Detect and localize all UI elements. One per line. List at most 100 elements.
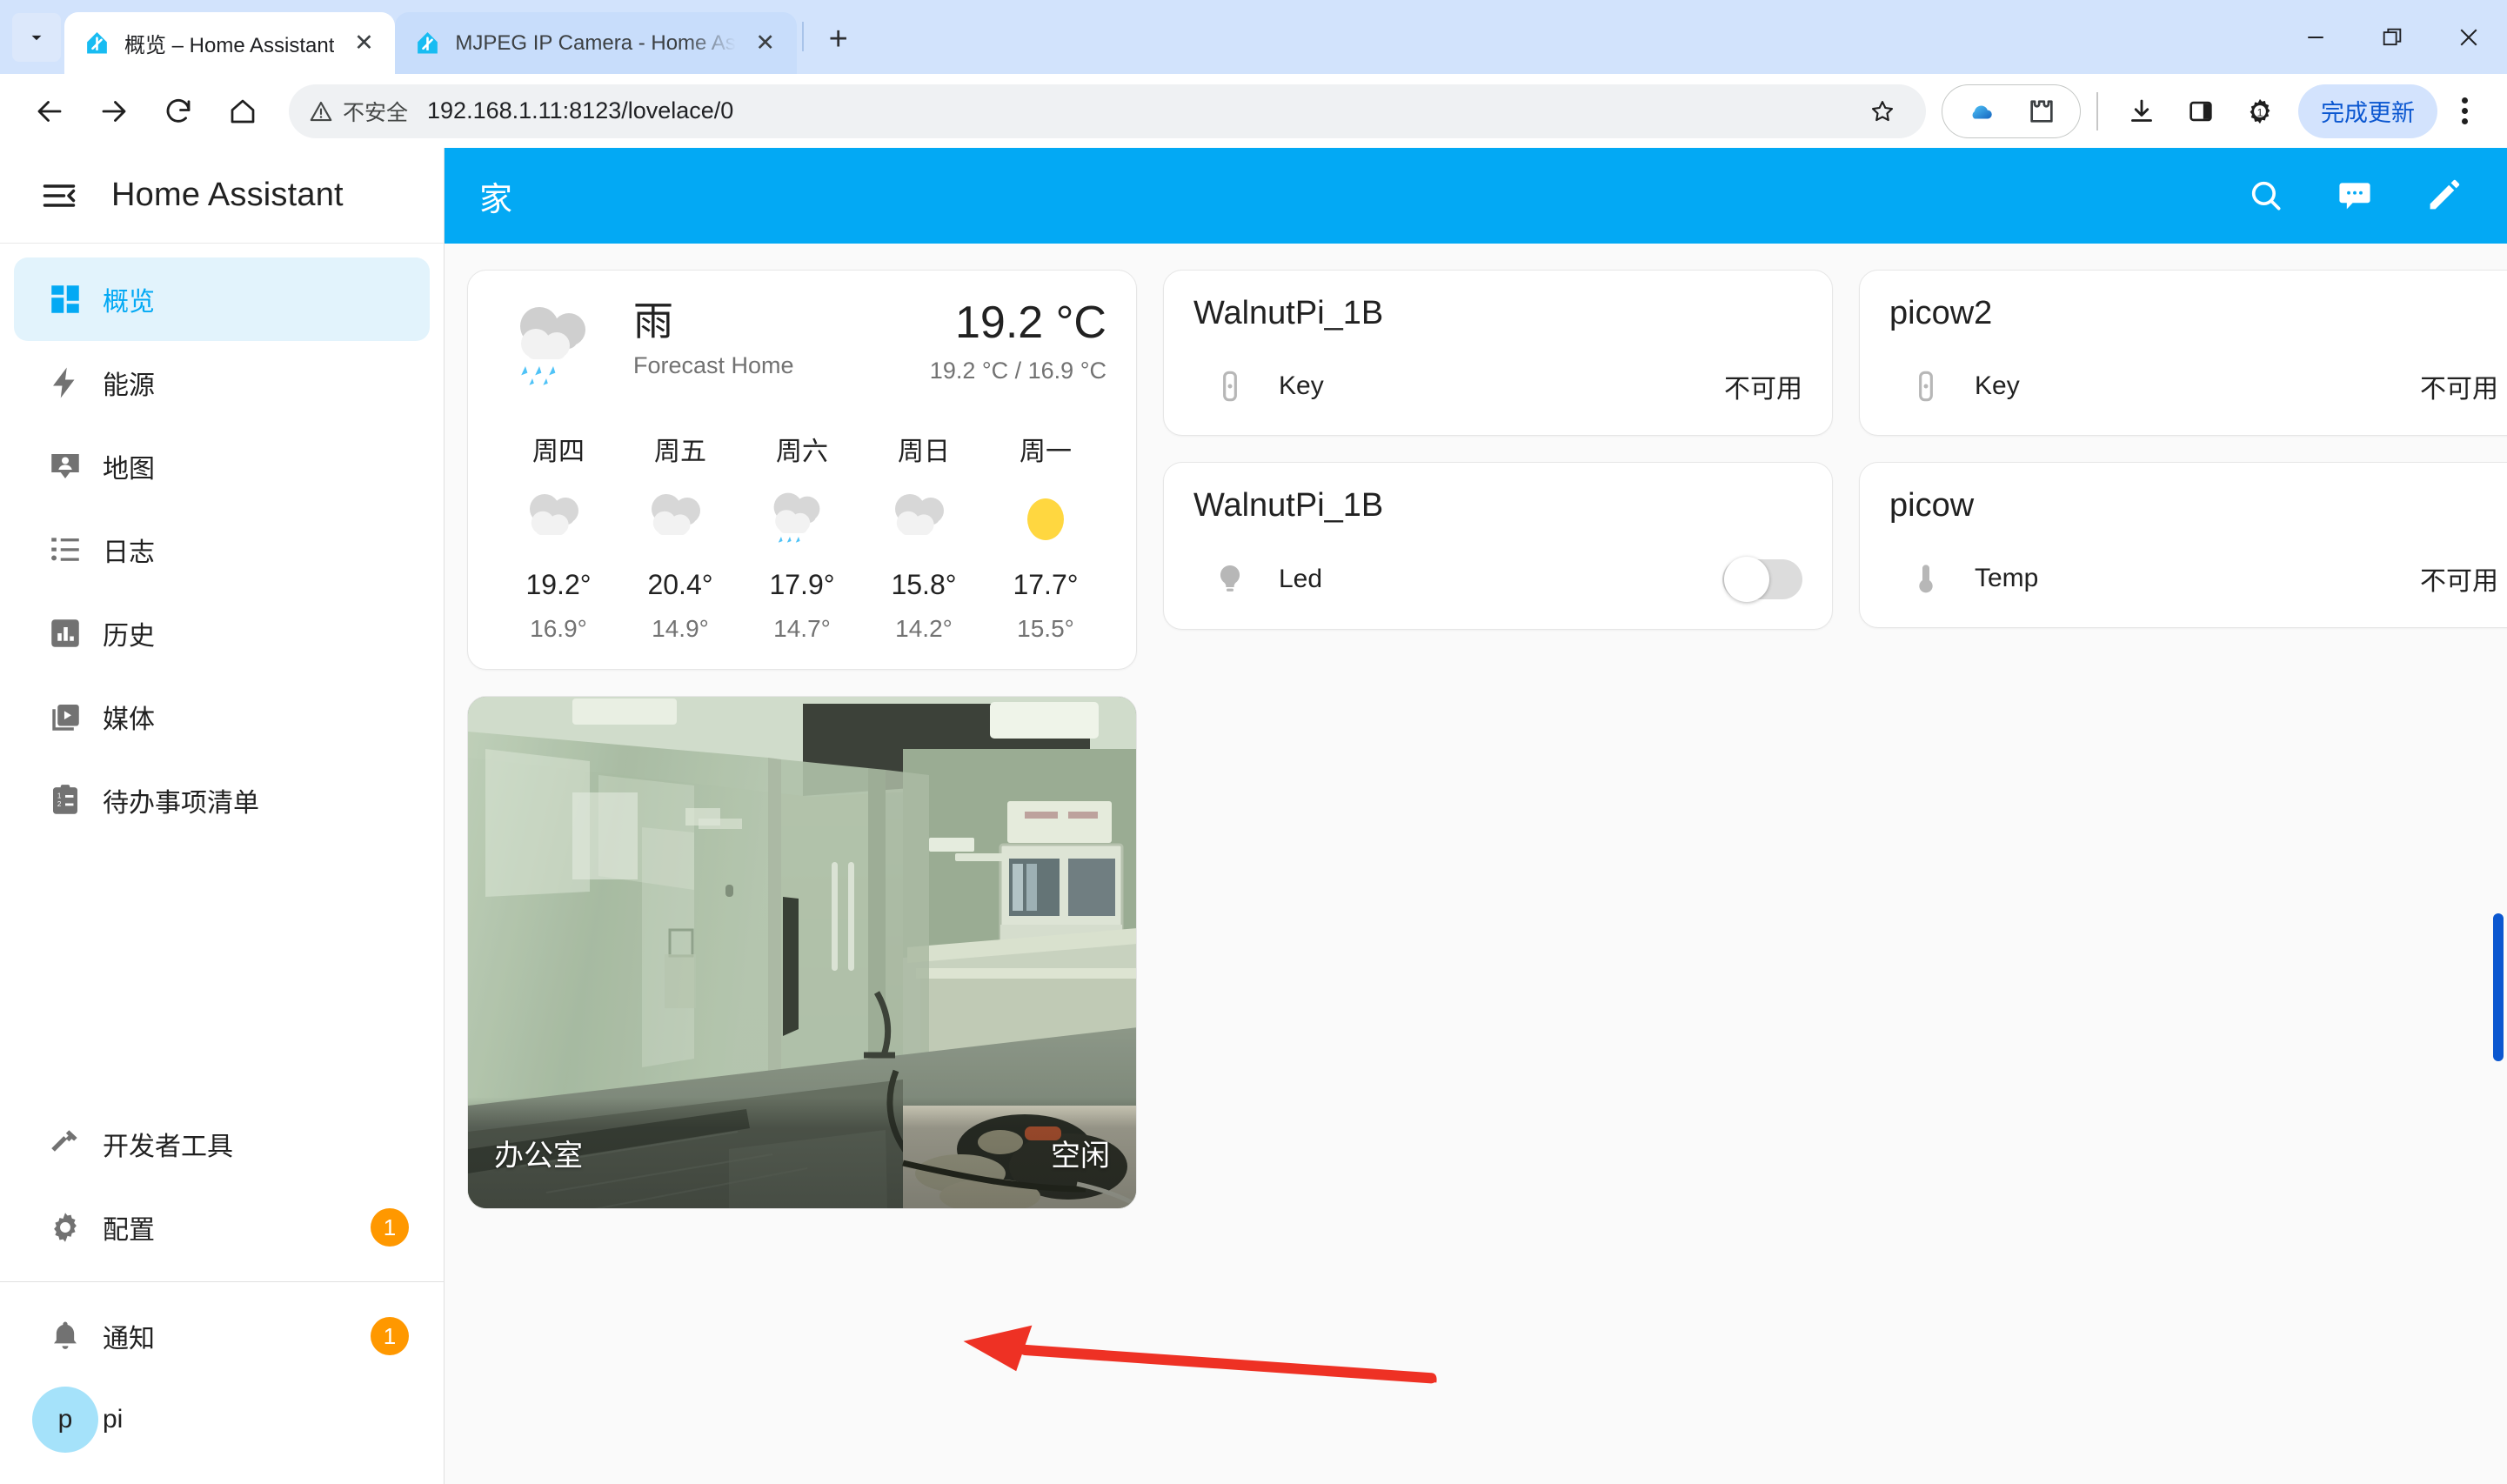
assist-chat-icon[interactable] [2326, 167, 2383, 224]
sidebar-header: Home Assistant [0, 148, 444, 244]
bell-icon [28, 1318, 103, 1354]
home-button[interactable] [212, 81, 273, 142]
entity-row[interactable]: Key 不可用 [1889, 367, 2498, 405]
entity-card-walnutpi-key[interactable]: WalnutPi_1B Key 不可用 [1163, 270, 1833, 436]
weather-card[interactable]: 雨 Forecast Home 19.2 °C 19.2 °C / 16.9 °… [467, 270, 1137, 670]
reload-button[interactable] [148, 81, 209, 142]
search-icon[interactable] [2237, 167, 2295, 224]
pencil-edit-icon[interactable] [2415, 167, 2472, 224]
forecast-high: 15.8° [891, 569, 957, 600]
svg-text:1: 1 [57, 792, 62, 800]
site-security-indicator[interactable]: 不安全 [308, 96, 408, 127]
sidebar-item-media[interactable]: 媒体 [14, 675, 430, 759]
sidebar-item-label: pi [103, 1405, 124, 1434]
sidebar-bottom: 开发者工具 配置 1 通知 1 p pi [0, 1102, 444, 1484]
update-button[interactable]: 完成更新 [2298, 84, 2437, 138]
weather-temps: 19.2 °C 19.2 °C / 16.9 °C [930, 293, 1106, 384]
card-columns: 雨 Forecast Home 19.2 °C 19.2 °C / 16.9 °… [467, 270, 2507, 1209]
browser-tab-active[interactable]: 概览 – Home Assistant ✕ [64, 12, 396, 74]
remote-tap-icon [1193, 369, 1267, 404]
entity-row-state: 不可用 [1724, 375, 1802, 404]
browser-tab-inactive[interactable]: MJPEG IP Camera - Home As ✕ [395, 12, 797, 74]
header-actions [2237, 167, 2472, 224]
camera-overlay: 办公室 空闲 [468, 1097, 1136, 1208]
download-icon[interactable] [2114, 84, 2169, 139]
sidebar-item-todo[interactable]: 12 待办事项清单 [14, 759, 430, 842]
gear-badge-icon[interactable]: 1 [2232, 84, 2288, 139]
cloud-sync-icon[interactable] [1953, 84, 2009, 139]
tab-close-button[interactable]: ✕ [746, 24, 785, 63]
forecast-high: 17.7° [1013, 569, 1079, 600]
address-bar[interactable]: 不安全 192.168.1.11:8123/lovelace/0 [289, 84, 1926, 138]
minimize-button[interactable] [2277, 0, 2354, 74]
security-label: 不安全 [343, 100, 409, 125]
camera-name: 办公室 [494, 1139, 583, 1173]
forecast-low: 14.2° [895, 615, 953, 642]
sidebar-item-logbook[interactable]: 日志 [14, 508, 430, 592]
gear-icon [28, 1209, 103, 1246]
sidebar-item-label: 概览 [103, 288, 155, 317]
menu-collapse-icon[interactable] [21, 157, 97, 234]
forecast-day-name: 周四 [532, 438, 585, 466]
sidebar-item-label: 媒体 [103, 705, 155, 734]
lovelace-view: 雨 Forecast Home 19.2 °C 19.2 °C / 16.9 °… [445, 244, 2507, 1484]
restore-icon [2383, 28, 2402, 45]
entity-card-picow2-key[interactable]: picow2 Key 不可用 [1859, 270, 2507, 436]
entity-row-name: Key [1975, 371, 2020, 400]
side-panel-icon[interactable] [2173, 84, 2229, 139]
weather-forecast: 周四 19.2° 16.9° 周五 20.4° 14.9° 周六 17.9° 1… [498, 430, 1106, 643]
weather-location: Forecast Home [633, 352, 794, 379]
url-text[interactable]: 192.168.1.11:8123/lovelace/0 [427, 97, 1858, 124]
sidebar-item-label: 地图 [103, 455, 155, 484]
browser-tab-title: 概览 – Home Assistant [124, 34, 335, 57]
entity-row-name: Temp [1975, 564, 2039, 592]
scroll-indicator[interactable] [2493, 913, 2504, 1061]
sidebar-item-notifications[interactable]: 通知 1 [14, 1294, 430, 1378]
entity-card-picow-temp[interactable]: picow Temp 不可用 [1859, 462, 2507, 628]
home-assistant-app: Home Assistant 概览 能源 地图 日志 历史 媒体 1 2 待办事… [0, 148, 2507, 1484]
sidebar-item-label: 通知 [103, 1325, 155, 1354]
new-tab-button[interactable]: + [814, 15, 863, 64]
sidebar-item-map[interactable]: 地图 [14, 424, 430, 508]
sidebar-item-settings[interactable]: 配置 1 [14, 1186, 430, 1269]
kebab-menu-icon[interactable] [2441, 81, 2488, 142]
browser-tab-title: MJPEG IP Camera - Home As [455, 30, 736, 55]
forecast-day-name: 周日 [898, 438, 950, 466]
forward-button[interactable] [84, 81, 144, 142]
entity-row-name: Key [1279, 371, 1324, 400]
restore-button[interactable] [2354, 0, 2430, 74]
avatar-initial: p [32, 1387, 98, 1453]
tab-strip: 概览 – Home Assistant ✕ MJPEG IP Camera - … [0, 0, 2507, 74]
thermometer-icon [1889, 561, 1962, 596]
chart-box-icon [28, 615, 103, 652]
sidebar-item-developer-tools[interactable]: 开发者工具 [14, 1102, 430, 1186]
camera-card[interactable]: 办公室 空闲 [467, 696, 1137, 1209]
led-toggle-switch[interactable] [1722, 557, 1802, 602]
svg-text:2: 2 [57, 800, 62, 808]
entity-row[interactable]: Led [1193, 557, 1802, 602]
sidebar-item-label: 配置 [103, 1216, 155, 1245]
close-button[interactable] [2430, 0, 2507, 74]
sidebar-item-overview[interactable]: 概览 [14, 257, 430, 341]
back-button[interactable] [19, 81, 80, 142]
entity-row[interactable]: Key 不可用 [1193, 367, 1802, 405]
lightning-bolt-icon [28, 364, 103, 401]
sidebar-item-user[interactable]: p pi [14, 1378, 430, 1461]
bookmark-star-icon[interactable] [1858, 97, 1907, 125]
format-list-icon [28, 531, 103, 568]
column-2: WalnutPi_1B Key 不可用 WalnutPi_1B Led [1163, 270, 1833, 630]
sidebar-item-label: 开发者工具 [103, 1133, 233, 1161]
entity-card-walnutpi-led[interactable]: WalnutPi_1B Led [1163, 462, 1833, 630]
sidebar-item-history[interactable]: 历史 [14, 592, 430, 675]
forward-icon [102, 100, 126, 122]
forecast-day-name: 周六 [776, 438, 828, 466]
puzzle-extension-icon[interactable] [2014, 84, 2069, 139]
rainy-icon [498, 293, 628, 400]
forecast-low: 14.7° [773, 615, 831, 642]
tab-search-button[interactable] [12, 13, 61, 62]
forecast-low: 15.5° [1017, 615, 1074, 642]
tab-close-button[interactable]: ✕ [344, 24, 383, 63]
column-1: 雨 Forecast Home 19.2 °C 19.2 °C / 16.9 °… [467, 270, 1137, 1209]
entity-row[interactable]: Temp 不可用 [1889, 559, 2498, 598]
sidebar-item-energy[interactable]: 能源 [14, 341, 430, 424]
